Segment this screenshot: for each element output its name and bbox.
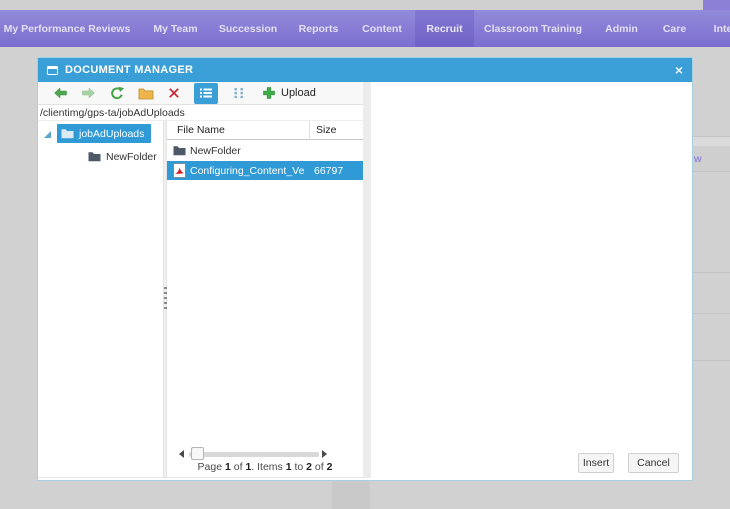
explorer-panes: jobAdUploads NewFolder File Name Size Ne… bbox=[38, 121, 363, 478]
pager-status: Page 1 of 1. Items 1 to 2 of 2 bbox=[197, 461, 333, 473]
column-file-name[interactable]: File Name bbox=[177, 124, 225, 136]
file-size: 66797 bbox=[314, 164, 344, 177]
folder-icon bbox=[88, 152, 101, 162]
new-folder-icon bbox=[138, 88, 154, 99]
background-table-row bbox=[693, 137, 730, 146]
nav-inte-truncated[interactable]: Inte bbox=[708, 10, 730, 47]
file-row-pdf[interactable]: Configuring_Content_Vendo 66797 bbox=[167, 161, 363, 180]
nav-reports[interactable]: Reports bbox=[296, 10, 341, 47]
background-table-row: w bbox=[693, 146, 730, 171]
delete-button[interactable] bbox=[167, 86, 181, 100]
back-icon bbox=[54, 87, 67, 99]
refresh-button[interactable] bbox=[109, 86, 125, 101]
tree-node-label: jobAdUploads bbox=[79, 127, 145, 140]
background-row-divider bbox=[693, 171, 730, 172]
background-column-strip bbox=[332, 481, 370, 509]
tree-node-label: NewFolder bbox=[106, 150, 157, 163]
back-button[interactable] bbox=[53, 86, 68, 100]
delete-icon bbox=[169, 88, 179, 98]
insert-button[interactable]: Insert bbox=[578, 453, 614, 473]
nav-admin[interactable]: Admin bbox=[603, 10, 640, 47]
list-view-icon bbox=[200, 88, 212, 98]
column-size[interactable]: Size bbox=[316, 124, 336, 136]
nav-recruit[interactable]: Recruit bbox=[415, 10, 474, 47]
document-manager-dialog: DOCUMENT MANAGER × Upload /clientimg/gps… bbox=[37, 57, 693, 481]
background-row-divider bbox=[693, 272, 730, 273]
scrollbar-thumb[interactable] bbox=[191, 447, 204, 460]
pane-splitter[interactable] bbox=[363, 82, 371, 478]
file-grid: File Name Size NewFolder Configuring_Con… bbox=[167, 121, 363, 477]
dialog-title: DOCUMENT MANAGER bbox=[65, 64, 194, 76]
tree-expand-icon[interactable] bbox=[44, 131, 51, 138]
plus-icon bbox=[263, 87, 275, 99]
folder-icon bbox=[173, 146, 186, 156]
column-divider bbox=[309, 121, 310, 140]
scrollbar-track[interactable] bbox=[189, 452, 319, 457]
upload-button[interactable]: Upload bbox=[262, 86, 316, 100]
cancel-button[interactable]: Cancel bbox=[628, 453, 679, 473]
scroll-left-icon[interactable] bbox=[179, 450, 184, 458]
nav-classroom-training[interactable]: Classroom Training bbox=[484, 10, 582, 47]
window-icon bbox=[47, 65, 58, 75]
background-row-divider bbox=[693, 313, 730, 314]
nav-my-team[interactable]: My Team bbox=[148, 10, 203, 47]
background-partial-link[interactable]: w bbox=[694, 153, 702, 165]
tree-node-jobaduploads[interactable]: jobAdUploads bbox=[57, 124, 152, 143]
new-folder-button[interactable] bbox=[138, 87, 154, 100]
refresh-icon bbox=[111, 86, 125, 99]
file-name: Configuring_Content_Vendo bbox=[190, 164, 305, 177]
list-view-button[interactable] bbox=[194, 82, 218, 104]
tree-node-newfolder[interactable]: NewFolder bbox=[84, 147, 164, 166]
nav-my-performance-reviews[interactable]: My Performance Reviews bbox=[4, 10, 131, 47]
upload-label: Upload bbox=[281, 87, 316, 99]
forward-button[interactable] bbox=[81, 86, 96, 100]
dialog-titlebar[interactable]: DOCUMENT MANAGER × bbox=[38, 58, 692, 82]
file-row-newfolder[interactable]: NewFolder bbox=[167, 141, 363, 160]
address-path[interactable]: /clientimg/gps-ta/jobAdUploads bbox=[38, 105, 363, 121]
top-strip-corner bbox=[703, 0, 730, 10]
file-name: NewFolder bbox=[190, 144, 241, 157]
preview-pane bbox=[371, 82, 692, 478]
scroll-right-icon[interactable] bbox=[322, 450, 327, 458]
horizontal-scrollbar[interactable] bbox=[167, 447, 363, 461]
nav-content[interactable]: Content bbox=[358, 10, 406, 47]
background-row-divider bbox=[693, 360, 730, 361]
top-strip bbox=[0, 0, 703, 10]
grid-view-icon bbox=[234, 88, 243, 99]
toolbar: Upload bbox=[38, 82, 363, 105]
nav-succession[interactable]: Succession bbox=[218, 10, 278, 47]
grid-header: File Name Size bbox=[167, 121, 363, 140]
nav-care[interactable]: Care bbox=[660, 10, 689, 47]
folder-tree: jobAdUploads NewFolder bbox=[38, 121, 163, 477]
grid-view-button[interactable] bbox=[227, 83, 251, 104]
main-nav: My Performance Reviews My Team Successio… bbox=[0, 10, 730, 47]
forward-icon bbox=[82, 87, 95, 99]
close-icon[interactable]: × bbox=[675, 63, 683, 77]
pdf-icon bbox=[173, 163, 186, 178]
folder-icon bbox=[61, 129, 74, 139]
